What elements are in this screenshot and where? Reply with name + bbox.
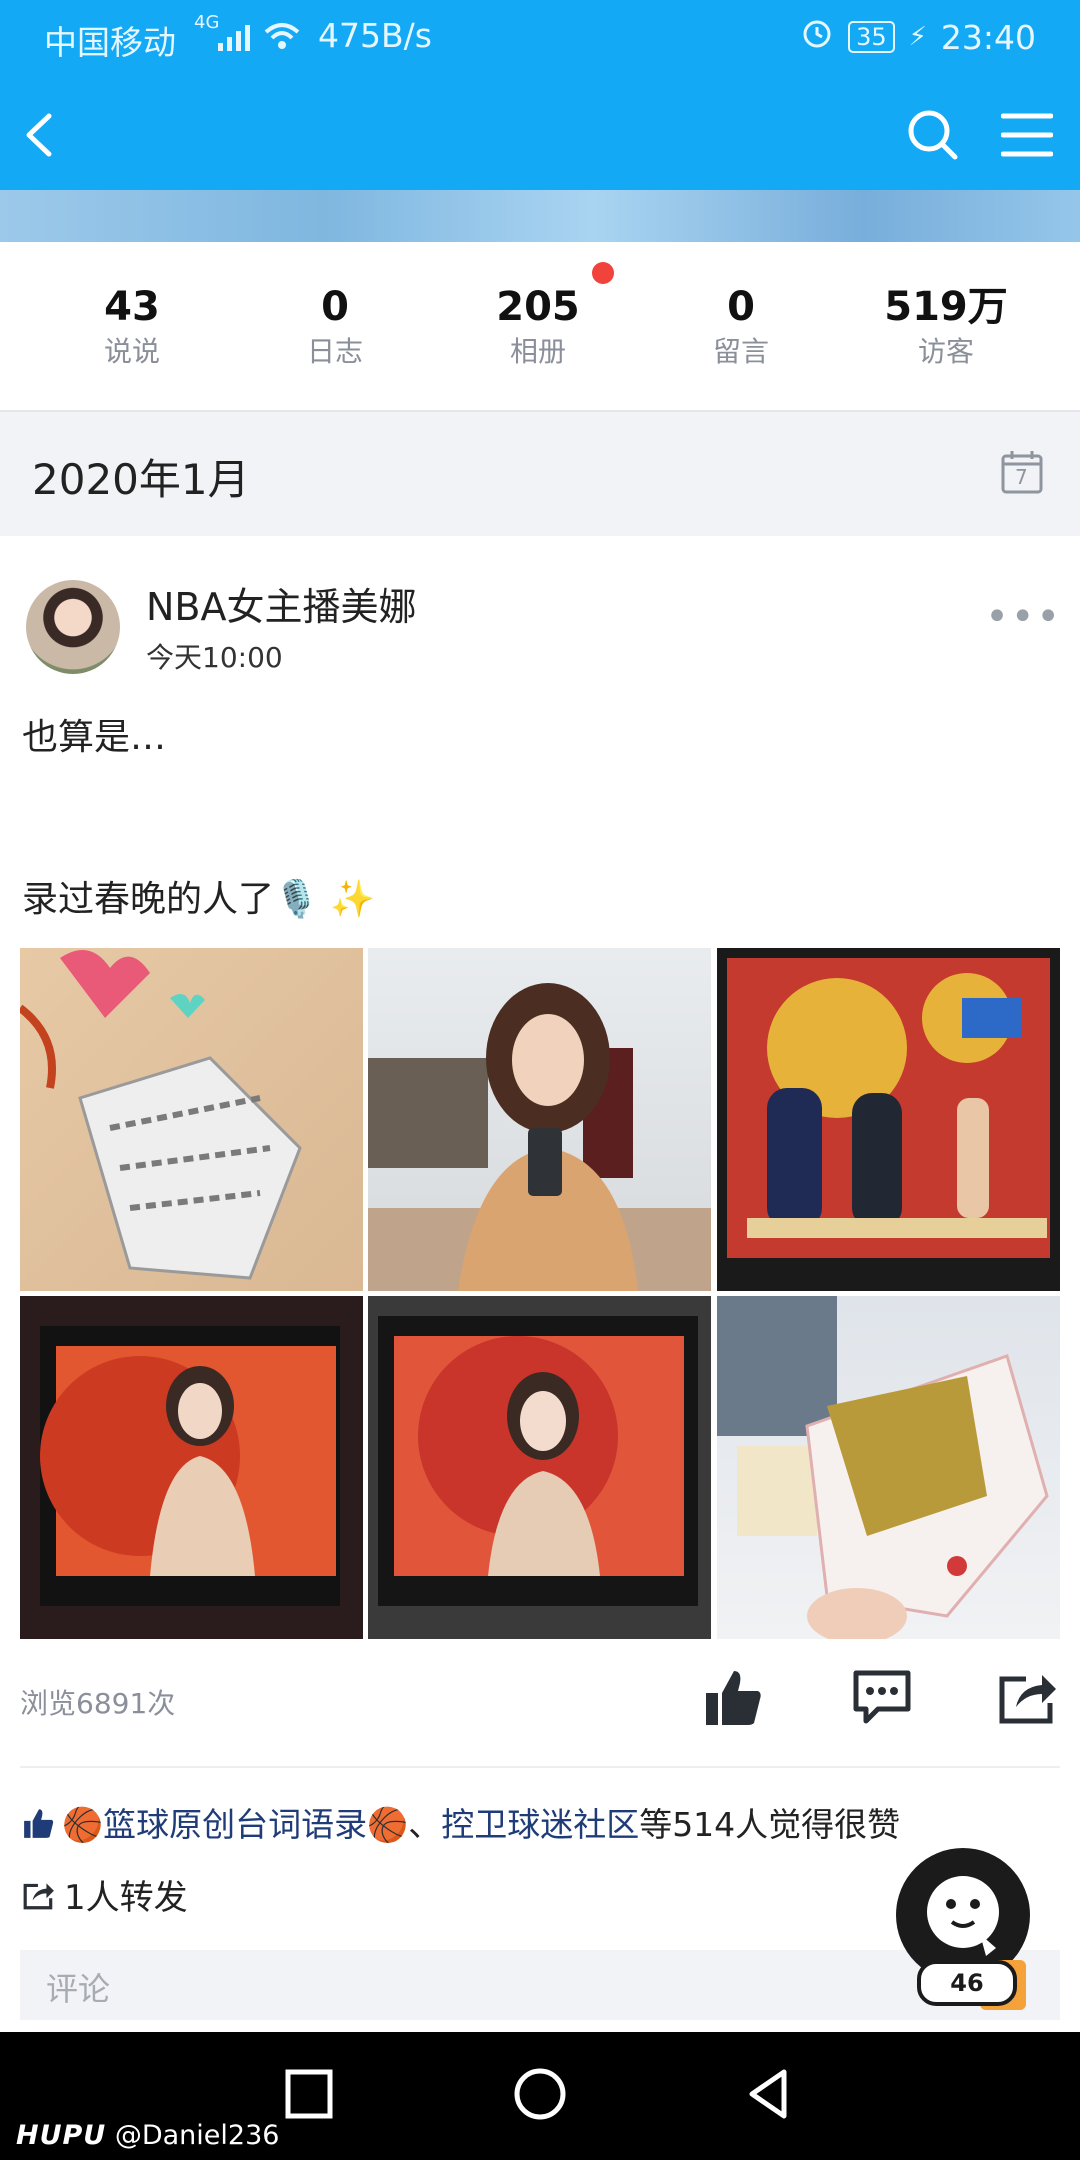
stat-label: 说说 bbox=[103, 335, 160, 368]
likes-suffix[interactable]: 等514人觉得很赞 bbox=[639, 1805, 900, 1844]
comment-button[interactable] bbox=[844, 1662, 920, 1732]
photo-6[interactable] bbox=[717, 1296, 1060, 1639]
status-right: 35 ⚡ 23:40 bbox=[800, 16, 1036, 58]
photo-1[interactable] bbox=[20, 948, 363, 1291]
forward-count: 1人转发 bbox=[64, 1878, 188, 1918]
thumb-icon bbox=[22, 1806, 56, 1848]
photo-3[interactable] bbox=[717, 948, 1060, 1291]
forward-icon bbox=[22, 1879, 56, 1920]
signal-icon bbox=[216, 22, 256, 61]
notification-dot bbox=[592, 262, 614, 284]
watermark-brand: HUPU bbox=[16, 2120, 107, 2151]
post-text-line2: 录过春晚的人了🎙️ ✨ bbox=[22, 879, 376, 920]
liker-link-1[interactable]: 🏀篮球原创台词语录🏀 bbox=[62, 1805, 408, 1844]
feed-post: NBA女主播美娜 今天10:00 ••• 也算是… 录过春晚的人了🎙️ ✨ 浏览… bbox=[0, 536, 1080, 2032]
photo-2[interactable] bbox=[368, 948, 711, 1291]
top-bar: 中国移动 4G 475B/s 35 ⚡ 23:40 bbox=[0, 0, 1080, 190]
carrier-label: 中国移动 bbox=[44, 23, 176, 62]
more-options-icon[interactable]: ••• bbox=[985, 594, 1062, 640]
clock-time: 23:40 bbox=[940, 17, 1036, 57]
home-icon[interactable] bbox=[508, 2062, 572, 2126]
stats-row: 43 说说 0 日志 205 相册 0 留言 519万 访客 bbox=[0, 242, 1080, 412]
stat-value: 43 bbox=[104, 284, 160, 330]
stat-value: 519万 bbox=[884, 284, 1008, 330]
liker-link-2[interactable]: 控卫球迷社区 bbox=[441, 1805, 639, 1844]
share-button[interactable] bbox=[990, 1662, 1066, 1732]
comment-placeholder: 评论 bbox=[46, 1970, 111, 2008]
avatar[interactable] bbox=[26, 580, 120, 674]
recent-apps-icon[interactable] bbox=[276, 2062, 340, 2126]
divider bbox=[20, 1766, 1060, 1768]
header-bar bbox=[0, 80, 1080, 190]
month-label: 2020年1月 bbox=[32, 455, 250, 504]
back-nav-icon[interactable] bbox=[738, 2062, 802, 2126]
watermark: HUPU @Daniel236 bbox=[16, 2120, 279, 2151]
author-name[interactable]: NBA女主播美娜 bbox=[146, 576, 417, 631]
menu-icon[interactable] bbox=[992, 100, 1062, 170]
photo-4[interactable] bbox=[20, 1296, 363, 1639]
battery-level: 35 bbox=[848, 21, 895, 53]
likes-separator: 、 bbox=[408, 1805, 442, 1844]
stat-xiangce[interactable]: 205 相册 bbox=[438, 282, 638, 372]
photo-grid bbox=[20, 948, 1060, 1639]
stat-shuoshuo[interactable]: 43 说说 bbox=[32, 282, 232, 372]
calendar-icon[interactable]: 7 bbox=[1000, 448, 1044, 496]
likes-summary: 🏀篮球原创台词语录🏀、控卫球迷社区等514人觉得很赞 bbox=[22, 1798, 900, 1848]
stat-fangke[interactable]: 519万 访客 bbox=[846, 282, 1046, 372]
stat-liuyan[interactable]: 0 留言 bbox=[641, 282, 841, 372]
stat-label: 日志 bbox=[306, 335, 363, 368]
watermark-handle: @Daniel236 bbox=[114, 2120, 280, 2151]
stat-rizhi[interactable]: 0 日志 bbox=[235, 282, 435, 372]
forward-summary[interactable]: 1人转发 bbox=[22, 1870, 188, 1920]
stat-value: 205 bbox=[496, 284, 580, 330]
back-arrow-icon[interactable] bbox=[4, 100, 74, 170]
network-speed: 475B/s bbox=[318, 16, 432, 55]
post-time: 今天10:00 bbox=[146, 641, 283, 674]
alarm-icon bbox=[800, 16, 834, 58]
status-bar: 中国移动 4G 475B/s 35 ⚡ 23:40 bbox=[0, 0, 1080, 76]
charging-icon: ⚡ bbox=[908, 22, 927, 52]
like-button[interactable] bbox=[696, 1662, 772, 1732]
stat-value: 0 bbox=[727, 284, 755, 330]
post-text-line1: 也算是… bbox=[22, 717, 167, 758]
floating-count-badge: 46 bbox=[917, 1960, 1017, 2006]
stat-label: 留言 bbox=[712, 335, 769, 368]
calendar-day: 7 bbox=[1015, 465, 1028, 489]
month-bar: 2020年1月 7 bbox=[0, 412, 1080, 536]
search-icon[interactable] bbox=[898, 100, 968, 170]
view-count: 浏览6891次 bbox=[20, 1687, 176, 1720]
cover-banner bbox=[0, 190, 1080, 242]
wifi-icon bbox=[262, 20, 302, 60]
photo-5[interactable] bbox=[368, 1296, 711, 1639]
stat-label: 相册 bbox=[509, 335, 566, 368]
stat-value: 0 bbox=[321, 284, 349, 330]
stat-label: 访客 bbox=[917, 335, 974, 368]
